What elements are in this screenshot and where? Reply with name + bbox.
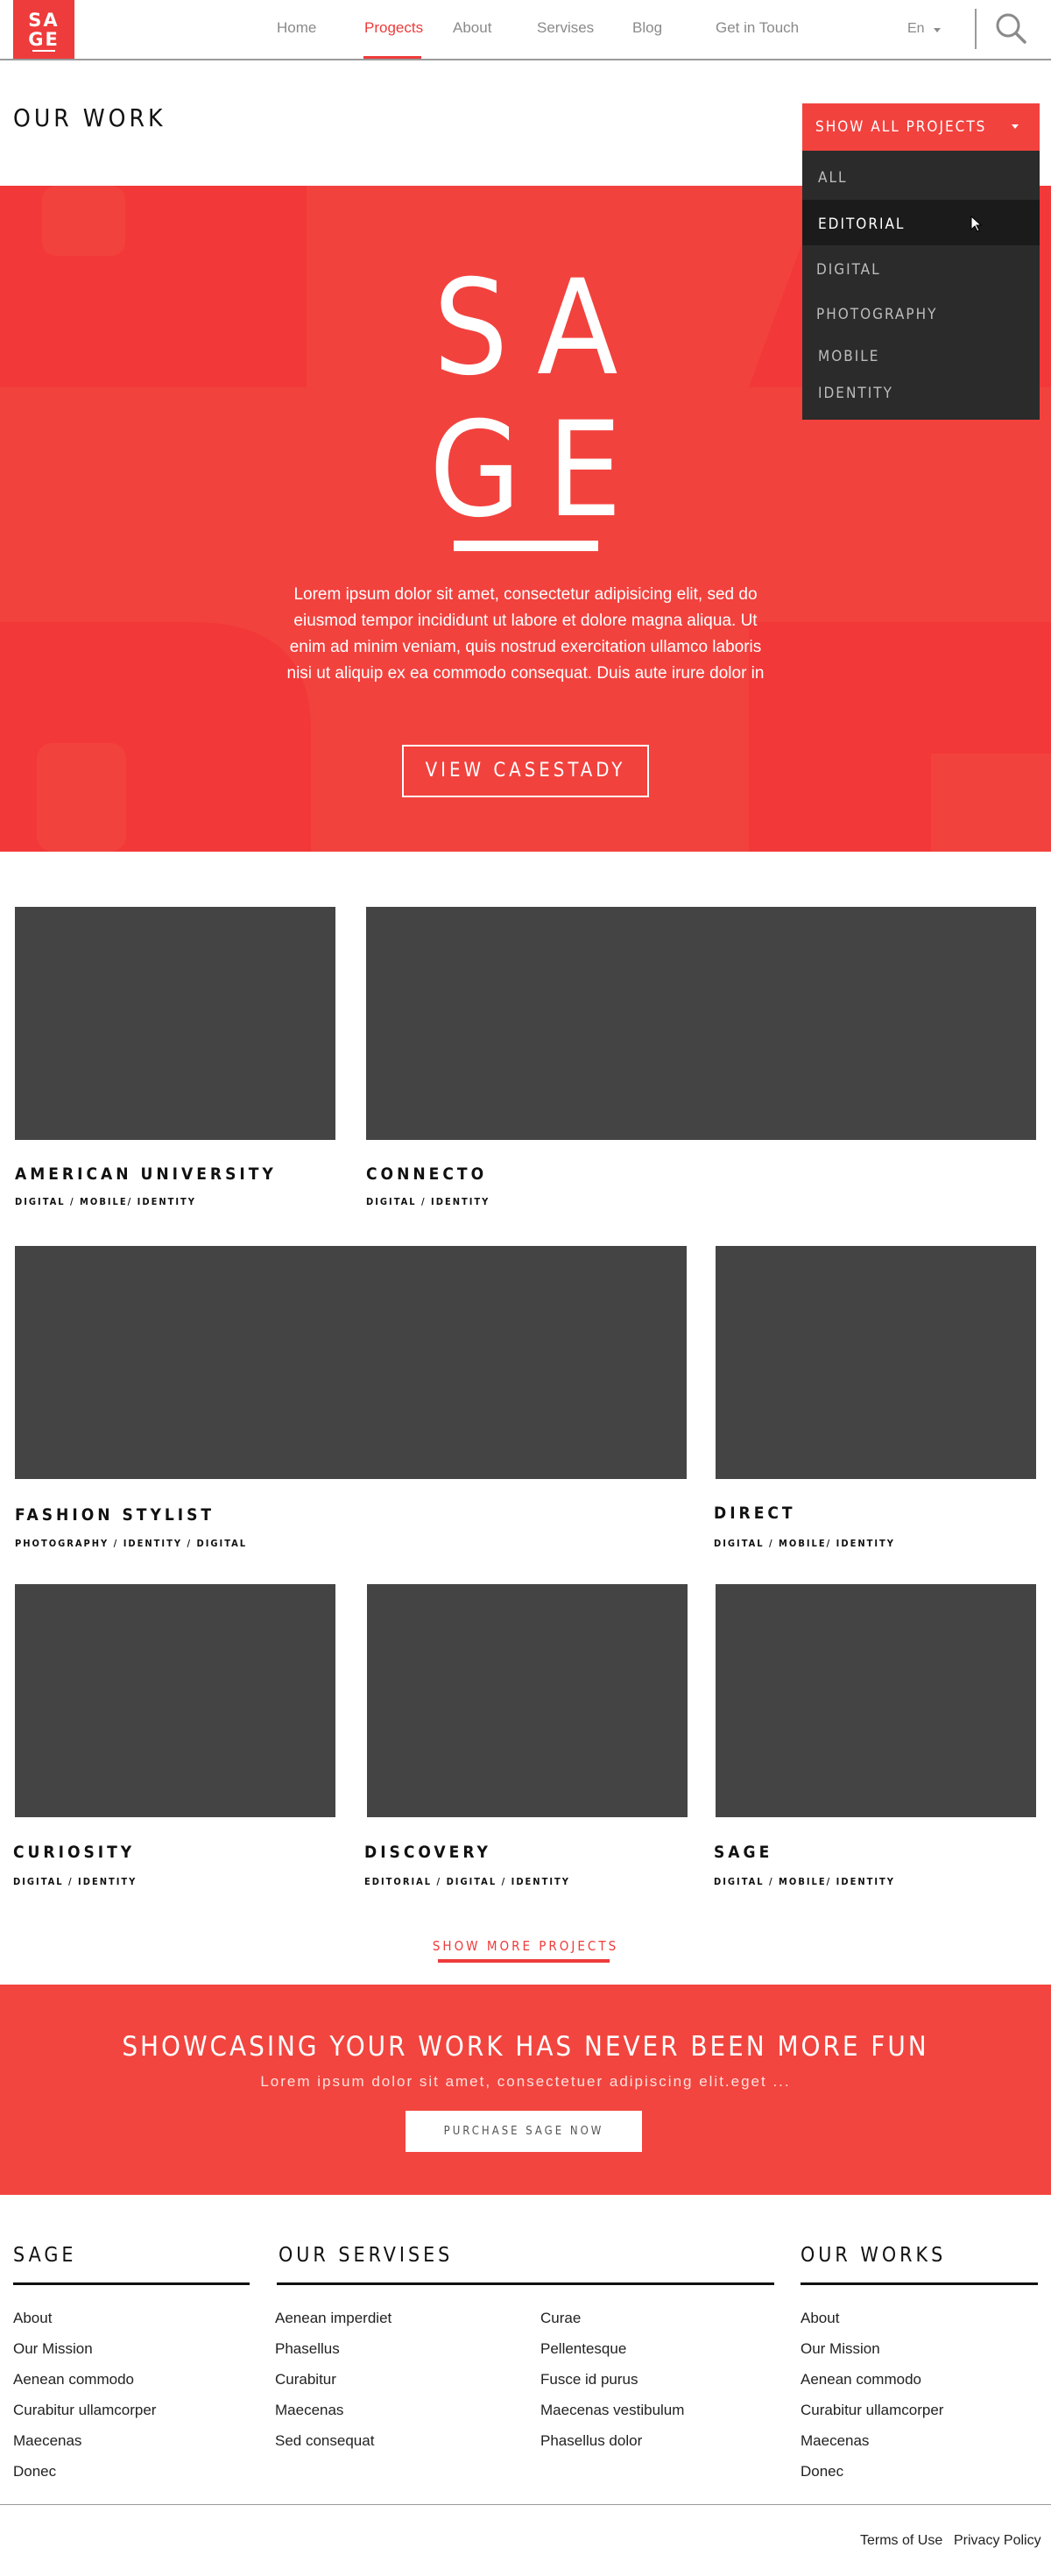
footer-sage-heading: SAGE [13,2244,77,2267]
footer-link[interactable]: Curabitur [275,2364,391,2395]
nav-divider [975,9,977,49]
show-all-projects-dropdown[interactable]: SHOW ALL PROJECTS [802,103,1040,151]
footer-link[interactable]: Phasellus dolor [540,2425,684,2456]
footer-divider [801,2282,1038,2285]
project-title[interactable]: AMERICAN UNIVERSITY [15,1164,277,1184]
hero-title-underline [454,541,598,551]
nav-item-get-in-touch[interactable]: Get in Touch [716,19,799,37]
footer-link[interactable]: About [801,2303,943,2333]
footer-link[interactable]: Aenean imperdiet [275,2303,391,2333]
footer-link[interactable]: Fusce id purus [540,2364,684,2395]
logo-line-2: GE [28,29,60,50]
footer-link[interactable]: Donec [801,2456,943,2487]
language-selector[interactable]: En [907,21,925,37]
project-thumbnail[interactable] [367,1584,688,1817]
footer-services-heading: OUR SERVISES [279,2244,454,2267]
footer-sage-links: About Our Mission Aenean commodo Curabit… [13,2303,156,2487]
top-navigation: SA GE Home Progects About Servises Blog … [0,0,1051,60]
project-title[interactable]: CURIOSITY [13,1843,135,1862]
hero-title-line-2: GE [429,394,648,547]
project-title[interactable]: FASHION STYLIST [15,1505,215,1525]
project-title[interactable]: SAGE [714,1843,772,1862]
project-tags: DIGITAL / MOBILE/ IDENTITY [714,1538,895,1549]
footer-services-links: Curae Pellentesque Fusce id purus Maecen… [540,2303,684,2456]
hero-description: Lorem ipsum dolor sit amet, consectetur … [286,585,765,683]
footer-link[interactable]: Curae [540,2303,684,2333]
filter-option-photography[interactable]: PHOTOGRAPHY [816,306,937,323]
footer-services-links: Aenean imperdiet Phasellus Curabitur Mae… [275,2303,391,2456]
project-title[interactable]: DISCOVERY [364,1843,491,1862]
logo-underline [32,50,55,52]
footer-link[interactable]: Maecenas vestibulum [540,2395,684,2425]
logo-line-1: SA [28,10,60,31]
project-tags: PHOTOGRAPHY / IDENTITY / DIGITAL [15,1538,248,1549]
footer-link[interactable]: About [13,2303,156,2333]
footer-link[interactable]: Curabitur ullamcorper [13,2395,156,2425]
sage-logo[interactable]: SA GE [13,0,74,59]
footer-works-heading: OUR WORKS [801,2244,947,2267]
footer-works-links: About Our Mission Aenean commodo Curabit… [801,2303,943,2487]
footer-link[interactable]: Maecenas [13,2425,156,2456]
filter-option-editorial[interactable]: EDITORIAL [818,216,905,233]
project-filter-menu [802,151,1040,420]
view-casestady-button[interactable]: VIEW CASESTADY [402,745,649,797]
project-tags: DIGITAL / IDENTITY [366,1196,490,1207]
footer-link[interactable]: Donec [13,2456,156,2487]
project-tags: DIGITAL / MOBILE/ IDENTITY [714,1876,895,1887]
chevron-down-icon[interactable] [1012,124,1019,129]
filter-option-all[interactable]: ALL [818,169,848,187]
show-more-projects-link[interactable]: SHOW MORE PROJECTS [0,1938,1051,1954]
footer-link[interactable]: Phasellus [275,2333,391,2364]
project-title[interactable]: DIRECT [714,1504,796,1523]
footer-link[interactable]: Aenean commodo [13,2364,156,2395]
project-thumbnail[interactable] [15,1246,687,1479]
footer-link[interactable]: Aenean commodo [801,2364,943,2395]
nav-item-about[interactable]: About [453,19,491,37]
footer-divider [277,2282,774,2285]
filter-option-mobile[interactable]: MOBILE [818,348,879,365]
mouse-pointer-icon [970,216,983,232]
project-tags: DIGITAL / MOBILE/ IDENTITY [15,1196,196,1207]
footer-link[interactable]: Sed consequat [275,2425,391,2456]
project-tags: EDITORIAL / DIGITAL / IDENTITY [364,1876,570,1887]
nav-item-home[interactable]: Home [277,19,316,37]
privacy-policy-link[interactable]: Privacy Policy [954,2533,1041,2549]
footer-link[interactable]: Our Mission [13,2333,156,2364]
page-title: OUR WORK [13,103,166,132]
project-title[interactable]: CONNECTO [366,1164,487,1184]
project-thumbnail[interactable] [15,1584,335,1817]
filter-option-identity[interactable]: IDENTITY [818,385,893,402]
footer-link[interactable]: Our Mission [801,2333,943,2364]
purchase-sage-button[interactable]: PURCHASE SAGE NOW [406,2111,642,2152]
nav-active-indicator [363,56,421,59]
project-tags: DIGITAL / IDENTITY [13,1876,138,1887]
footer-link[interactable]: Maecenas [801,2425,943,2456]
nav-item-servises[interactable]: Servises [537,19,594,37]
footer-link[interactable]: Curabitur ullamcorper [801,2395,943,2425]
nav-item-progects[interactable]: Progects [364,19,423,37]
project-thumbnail[interactable] [716,1584,1036,1817]
footer-link[interactable]: Maecenas [275,2395,391,2425]
show-more-underline [438,1959,610,1963]
project-thumbnail[interactable] [15,907,335,1140]
footer-bottom-divider [0,2504,1051,2505]
cta-title: SHOWCASING YOUR WORK HAS NEVER BEEN MORE… [122,2031,929,2063]
footer-link[interactable]: Pellentesque [540,2333,684,2364]
cta-subtitle: Lorem ipsum dolor sit amet, consectetuer… [260,2073,791,2090]
project-thumbnail[interactable] [716,1246,1036,1479]
nav-item-blog[interactable]: Blog [632,19,662,37]
project-thumbnail[interactable] [366,907,1036,1140]
terms-of-use-link[interactable]: Terms of Use [860,2533,942,2549]
filter-option-digital[interactable]: DIGITAL [816,261,881,279]
chevron-down-icon[interactable] [934,28,941,32]
footer-divider [13,2282,250,2285]
search-icon[interactable] [995,12,1026,44]
